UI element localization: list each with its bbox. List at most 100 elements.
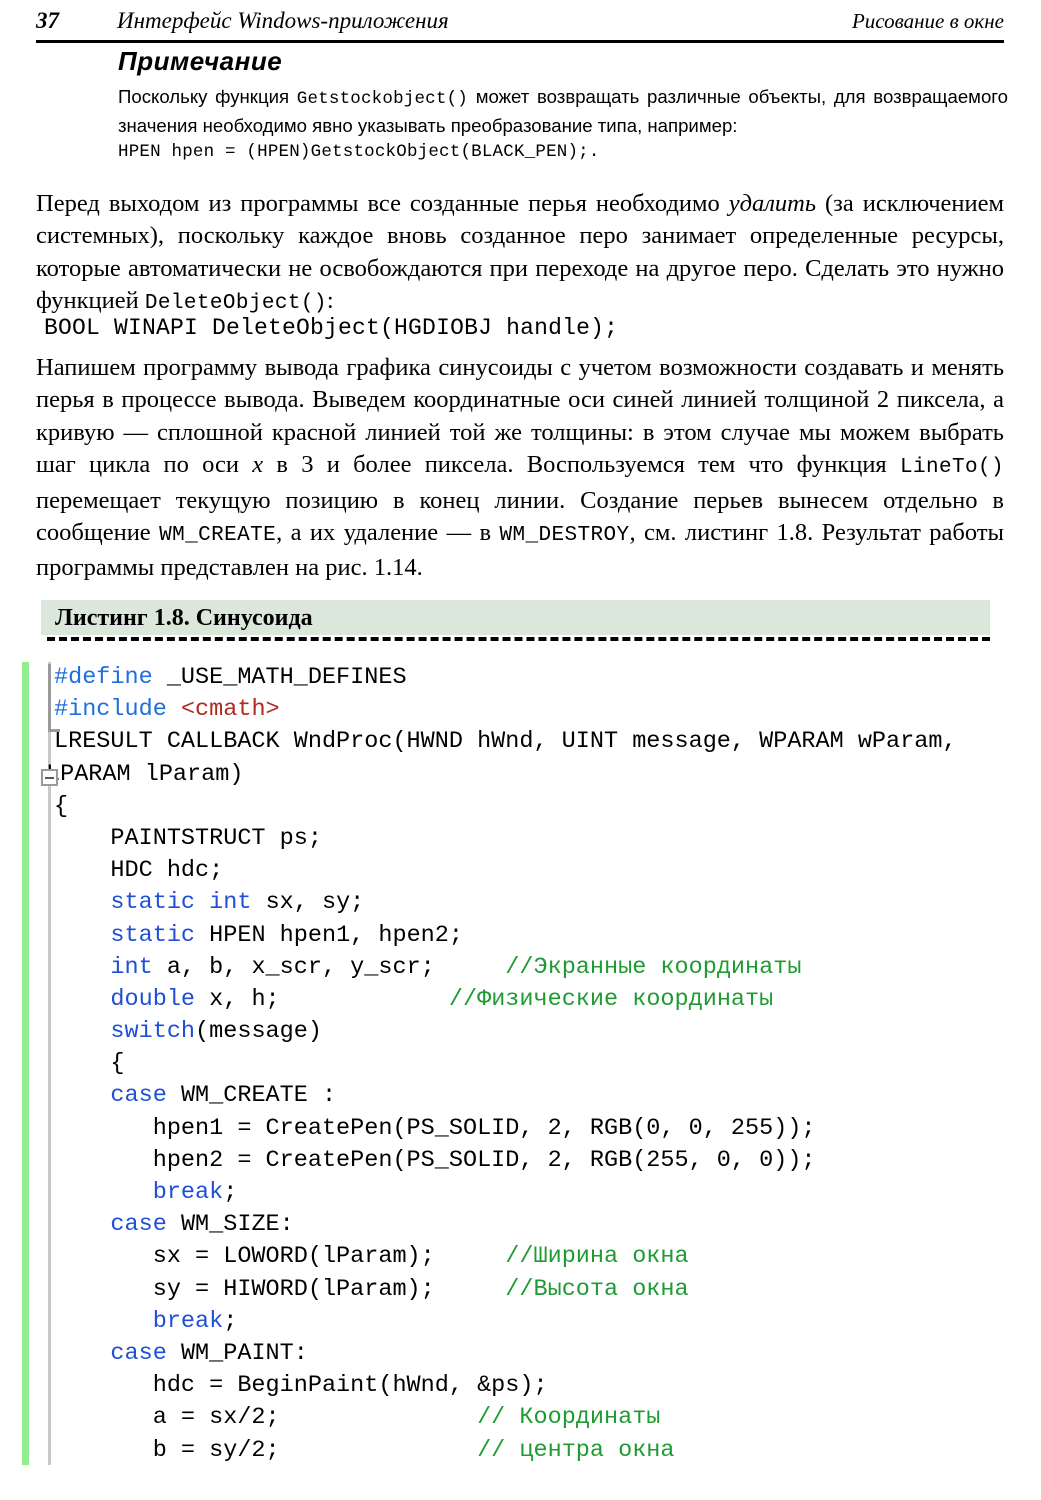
code-token: case	[110, 1211, 167, 1239]
code-token: sx = LOWORD(lParam);	[54, 1243, 506, 1271]
p2-inline-code-lineto: LineTo()	[899, 456, 1004, 480]
note-callout: Примечание Поскольку функция Getstockobj…	[118, 46, 1008, 166]
code-line: hpen1 = CreatePen(PS_SOLID, 2, RGB(0, 0,…	[22, 1113, 1022, 1145]
code-token: a, b, x_scr, y_scr;	[152, 953, 506, 981]
code-token: HPEN hpen1, hpen2;	[195, 921, 463, 949]
paragraph-delete-pens: Перед выходом из программы все созданные…	[36, 188, 1004, 321]
code-line: break;	[22, 1306, 1022, 1338]
p2-inline-code-wm-destroy: WM_DESTROY	[499, 524, 630, 548]
collapse-box-icon[interactable]	[41, 769, 58, 786]
code-listing: #define _USE_MATH_DEFINES #include <cmath…	[22, 662, 1022, 1467]
code-token: WM_CREATE :	[166, 1082, 337, 1110]
code-token: hpen2 = CreatePen(PS_SOLID, 2, RGB(255, …	[54, 1146, 816, 1174]
code-token: int	[110, 953, 153, 981]
code-token: WM_SIZE:	[166, 1211, 294, 1239]
code-token: //Экранные координаты	[505, 953, 802, 981]
code-token: ;	[223, 1179, 238, 1206]
p2-part-d: , а их удаление — в	[276, 519, 500, 547]
code-line: a = sx/2; // Координаты	[22, 1402, 1022, 1434]
code-line: case WM_CREATE :	[22, 1080, 1022, 1112]
code-line: sx = LOWORD(lParam); //Ширина окна	[22, 1241, 1022, 1273]
code-token: {	[54, 1050, 125, 1078]
code-line: case WM_SIZE:	[22, 1209, 1022, 1241]
code-token: HDC hdc;	[54, 857, 224, 885]
code-token: switch	[110, 1018, 196, 1046]
code-token: break	[152, 1179, 224, 1206]
code-line: #include <cmath>	[22, 694, 1022, 726]
p1-part-a: Перед выходом из программы все созданные…	[36, 190, 729, 217]
code-line: {	[22, 791, 1022, 823]
code-token: ;	[223, 1307, 238, 1335]
code-line: static HPEN hpen1, hpen2;	[22, 920, 1022, 952]
note-inline-code-getstockobject: Getstockobject()	[296, 89, 468, 109]
code-line: double x, h; //Физические координаты	[22, 984, 1022, 1016]
p2-axis-variable-x: x	[252, 451, 264, 479]
code-token: static	[110, 889, 196, 917]
code-line: HDC hdc;	[22, 855, 1022, 887]
code-token: //Физические координаты	[448, 985, 774, 1013]
code-token: a = sx/2;	[54, 1404, 478, 1432]
code-line: LRESULT CALLBACK WndProc(HWND hWnd, UINT…	[22, 726, 1022, 758]
code-token: //Высота окна	[505, 1275, 689, 1303]
code-snippet-deleteobject-signature: BOOL WINAPI DeleteObject(HGDIOBJ handle)…	[44, 315, 619, 341]
note-body: Поскольку функция Getstockobject() может…	[118, 84, 1008, 138]
code-line: static int sx, sy;	[22, 887, 1022, 919]
code-token: // центра окна	[477, 1436, 675, 1464]
code-token: _USE_MATH_DEFINES	[152, 664, 407, 691]
code-token: //Ширина окна	[505, 1243, 689, 1271]
code-line: b = sy/2; // центра окна	[22, 1435, 1022, 1467]
code-token: #define	[54, 664, 153, 691]
code-token: double	[110, 985, 196, 1013]
note-title: Примечание	[118, 46, 283, 76]
code-token: hdc = BeginPaint(hWnd, &ps);	[54, 1372, 548, 1400]
fold-region-bracket-icon	[48, 664, 60, 732]
code-token: case	[110, 1082, 167, 1110]
listing-caption-text: Листинг 1.8. Синусоида	[55, 604, 313, 631]
code-token: b = sy/2;	[54, 1436, 478, 1464]
listing-caption-bar: Листинг 1.8. Синусоида	[41, 600, 990, 635]
p1-inline-code-deleteobject: DeleteObject()	[144, 292, 327, 316]
code-token: WM_PAINT:	[166, 1339, 308, 1367]
code-token: int	[209, 889, 252, 917]
code-token: <cmath>	[180, 696, 280, 724]
code-token: hpen1 = CreatePen(PS_SOLID, 2, RGB(0, 0,…	[54, 1114, 816, 1142]
code-token: x, h;	[195, 985, 449, 1013]
code-token: #include	[54, 696, 167, 724]
code-token: (message)	[195, 1018, 322, 1046]
code-token: sx, sy;	[251, 889, 365, 917]
code-token: sy = HIWORD(lParam);	[54, 1275, 506, 1303]
p1-emphasis-udalit: удалить	[728, 190, 817, 217]
section-title: Рисование в окне	[851, 9, 1004, 33]
note-code-line: HPEN hpen = (HPEN)GetstockObject(BLACK_P…	[118, 142, 600, 162]
note-text-part1: Поскольку функция	[118, 86, 297, 107]
p2-part-b: в 3 и более пиксела. Воспользуемся тем ч…	[263, 451, 900, 479]
page-number: 37	[36, 8, 59, 33]
code-line: switch(message)	[22, 1016, 1022, 1048]
code-line: hdc = BeginPaint(hWnd, &ps);	[22, 1370, 1022, 1402]
p1-part-c: :	[326, 287, 334, 315]
code-token: LRESULT CALLBACK WndProc(HWND hWnd, UINT…	[54, 728, 957, 756]
listing-dashed-rule	[47, 637, 990, 641]
code-token: PAINTSTRUCT ps;	[54, 824, 322, 852]
page-running-head: 37 Интерфейс Windows-приложения Рисовани…	[36, 8, 1004, 43]
code-line: case WM_PAINT:	[22, 1338, 1022, 1370]
code-token: break	[152, 1307, 224, 1335]
code-line: int a, b, x_scr, y_scr; //Экранные коорд…	[22, 952, 1022, 984]
code-line: #define _USE_MATH_DEFINES	[22, 662, 1022, 694]
code-token: static	[110, 921, 196, 949]
code-token: case	[110, 1339, 167, 1367]
p2-inline-code-wm-create: WM_CREATE	[159, 524, 277, 548]
code-line: sy = HIWORD(lParam); //Высота окна	[22, 1274, 1022, 1306]
